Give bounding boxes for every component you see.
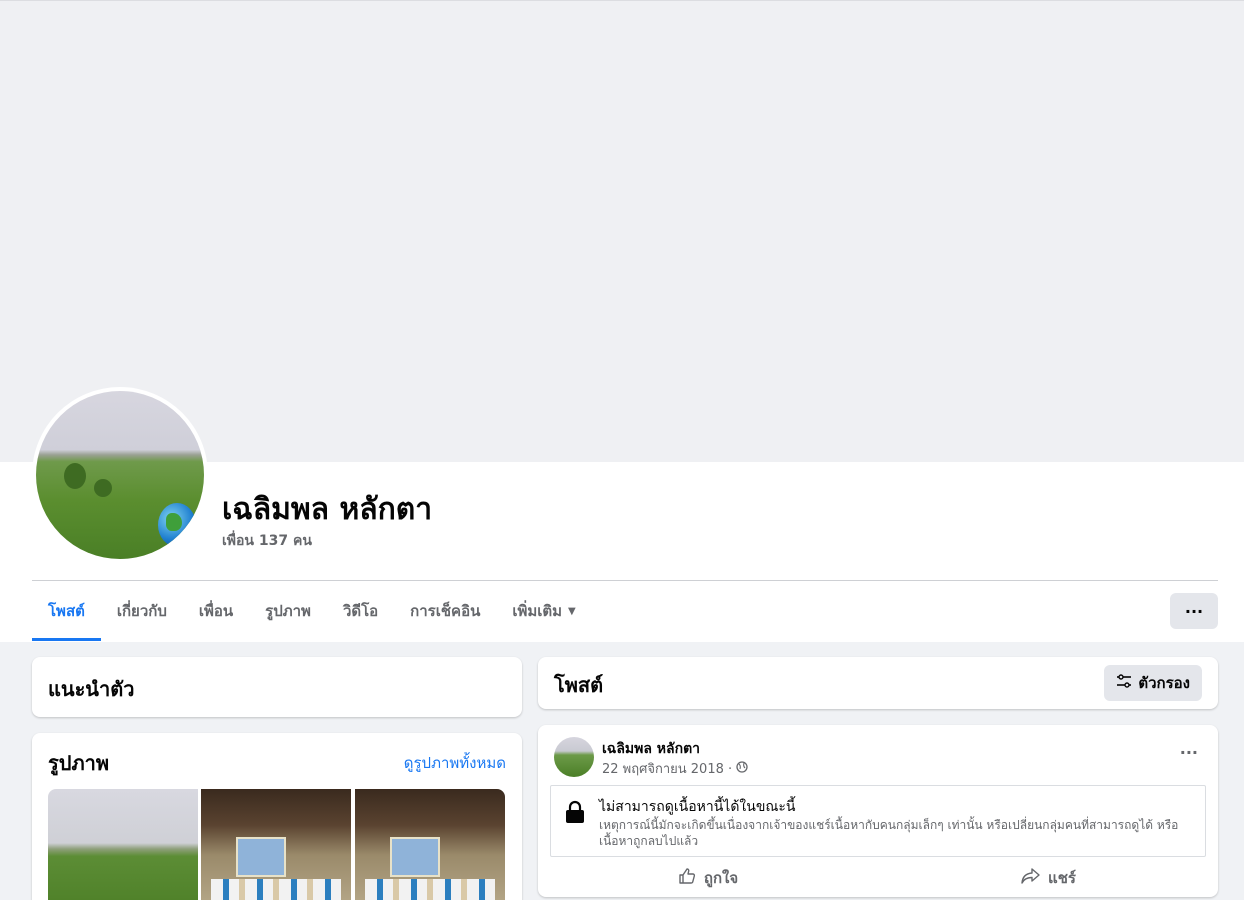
see-all-photos-link[interactable]: ดูรูปภาพทั้งหมด [404, 751, 506, 775]
photo-detail [390, 837, 440, 877]
profile-name: เฉลิมพล หลักตา [222, 492, 433, 527]
tab-checkins[interactable]: การเช็คอิน [394, 581, 496, 641]
more-options-button[interactable]: ··· [1170, 593, 1218, 629]
like-label: ถูกใจ [703, 869, 739, 887]
tab-videos[interactable]: วิดีโอ [327, 581, 394, 641]
posts-title: โพสต์ [554, 673, 604, 697]
photo-thumbnail[interactable] [355, 789, 505, 900]
filter-icon [1116, 673, 1132, 693]
unavailable-title: ไม่สามารถดูเนื้อหานี้ได้ในขณะนี้ [599, 799, 796, 815]
tab-label: เกี่ยวกับ [116, 602, 167, 620]
caret-down-icon: ▼ [568, 605, 576, 617]
tab-label: รูปภาพ [265, 602, 311, 620]
thumbs-up-icon [678, 867, 696, 889]
avatar-image [36, 391, 204, 559]
post-date[interactable]: 22 พฤศจิกายน 2018 · [602, 758, 732, 779]
photo-thumbnail[interactable] [48, 789, 198, 900]
filter-button[interactable]: ตัวกรอง [1104, 665, 1202, 701]
photo-detail [211, 879, 341, 900]
photos-card: รูปภาพ ดูรูปภาพทั้งหมด [32, 733, 522, 900]
share-icon [1020, 867, 1040, 889]
share-button[interactable]: แชร์ [878, 863, 1218, 893]
post-actions: ถูกใจ แชร์ [538, 863, 1218, 893]
tab-posts[interactable]: โพสต์ [32, 581, 101, 641]
tab-about[interactable]: เกี่ยวกับ [101, 581, 183, 641]
profile-tabs: โพสต์ เกี่ยวกับ เพื่อน รูปภาพ วิดีโอ การ… [32, 581, 592, 641]
photo-detail [236, 837, 286, 877]
tab-label: เพิ่มเติม [512, 602, 563, 620]
tab-friends[interactable]: เพื่อน [183, 581, 249, 641]
post-meta: 22 พฤศจิกายน 2018 · [602, 758, 748, 779]
post-author-avatar[interactable] [554, 737, 594, 777]
globe-icon [158, 503, 196, 547]
tab-label: วิดีโอ [342, 602, 379, 620]
unavailable-content-notice: ไม่สามารถดูเนื้อหานี้ได้ในขณะนี้ เหตุการ… [550, 785, 1206, 857]
tab-label: การเช็คอิน [410, 602, 481, 620]
photos-title: รูปภาพ [48, 751, 110, 775]
cover-photo[interactable] [0, 0, 1244, 462]
tab-label: เพื่อน [198, 602, 234, 620]
tab-label: โพสต์ [48, 602, 85, 620]
unavailable-description: เหตุการณ์นี้มักจะเกิดขึ้นเนื่องจากเจ้าขอ… [599, 818, 1179, 848]
intro-title: แนะนำตัว [48, 677, 135, 701]
photo-detail [365, 879, 495, 900]
lock-icon [565, 800, 585, 828]
share-label: แชร์ [1048, 869, 1076, 887]
posts-header-card: โพสต์ ตัวกรอง [538, 657, 1218, 709]
filter-label: ตัวกรอง [1138, 674, 1190, 692]
globe-icon [736, 760, 748, 777]
post-options-button[interactable]: ··· [1180, 743, 1198, 762]
post-author-name[interactable]: เฉลิมพล หลักตา [602, 738, 700, 760]
profile-avatar[interactable] [32, 387, 208, 563]
intro-card: แนะนำตัว [32, 657, 522, 717]
photo-thumbnail[interactable] [201, 789, 351, 900]
tab-photos[interactable]: รูปภาพ [249, 581, 327, 641]
post-card: เฉลิมพล หลักตา 22 พฤศจิกายน 2018 · ··· ไ… [538, 725, 1218, 897]
like-button[interactable]: ถูกใจ [538, 863, 878, 893]
friends-count[interactable]: เพื่อน 137 คน [222, 530, 312, 552]
tab-more[interactable]: เพิ่มเติม ▼ [496, 581, 591, 641]
